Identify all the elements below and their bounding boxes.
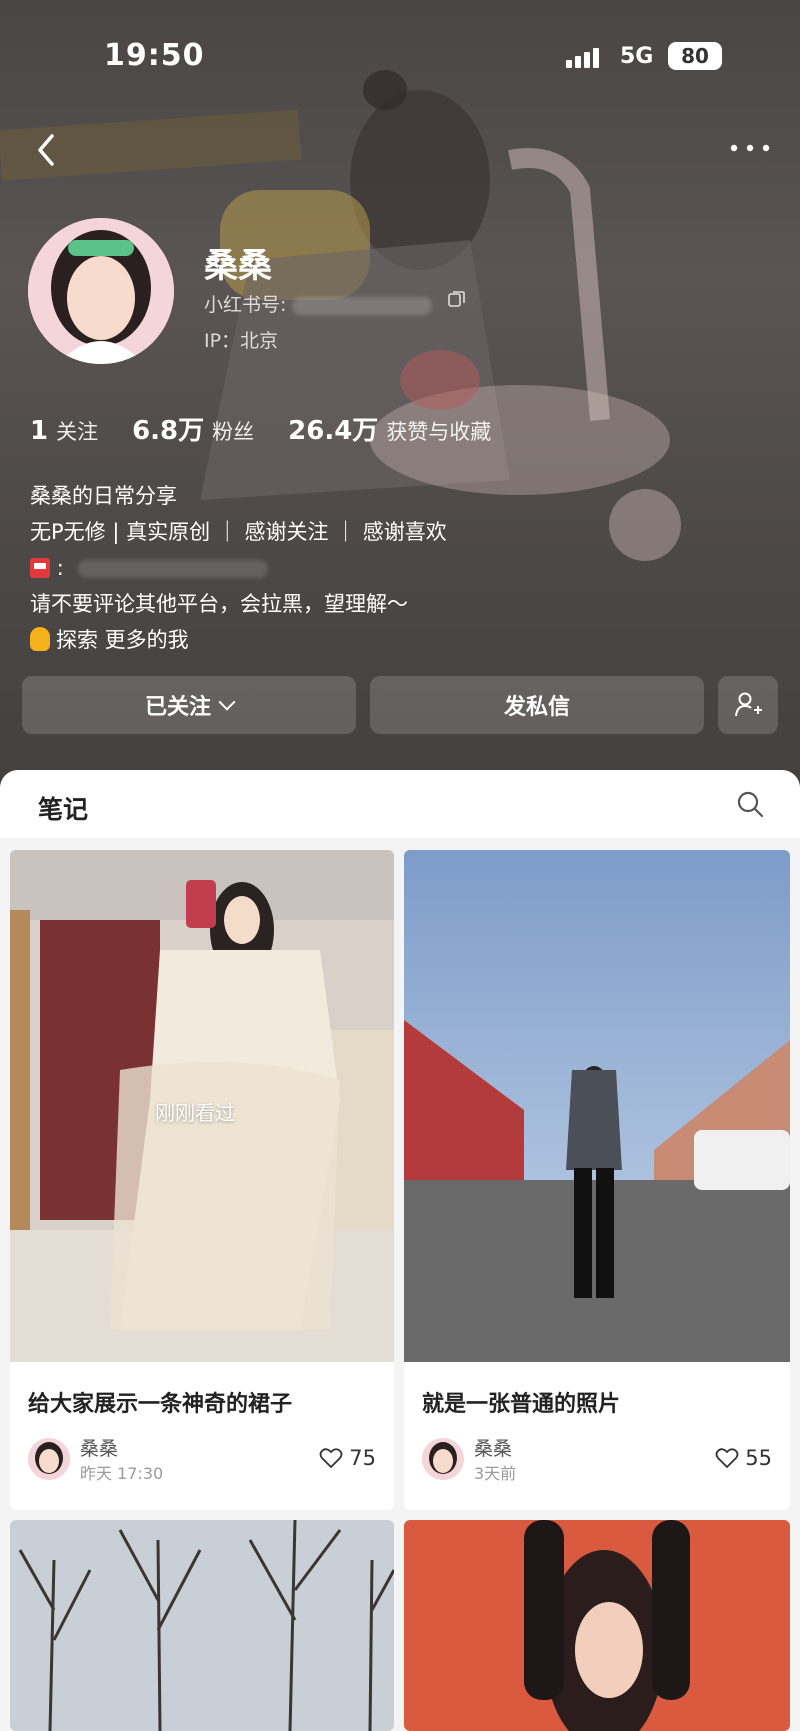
ip-location: IP：北京 [204, 330, 279, 352]
stat-label: 粉丝 [212, 420, 255, 444]
bio-line: 无P无修 | 真实原创 ｜ 感谢关注 ｜ 感谢喜欢 [30, 520, 447, 544]
add-friend-button[interactable] [718, 676, 778, 734]
avatar[interactable] [422, 1438, 464, 1480]
follow-button-label: 已关注 [144, 695, 211, 720]
profile-bio: 桑桑的日常分享 无P无修 | 真实原创 ｜ 感谢关注 ｜ 感谢喜欢 : 请不要评… [30, 478, 447, 658]
note-cover-image [404, 850, 790, 1362]
battery-icon: 80 [668, 42, 722, 70]
like-count: 55 [745, 1446, 772, 1470]
note-cover-image [10, 1520, 394, 1731]
mailbox-icon [30, 558, 50, 578]
contact-redacted [78, 560, 269, 578]
header-background-image [0, 70, 681, 561]
author-name[interactable]: 桑桑 [80, 1434, 118, 1461]
stat-number: 6.8万 [132, 416, 205, 446]
bio-line: 桑桑的日常分享 [30, 484, 177, 508]
chevron-down-icon [218, 693, 236, 711]
heart-icon [319, 1448, 343, 1469]
follow-button[interactable]: 已关注 [22, 676, 356, 734]
stat-likes[interactable]: 26.4万 获赞与收藏 [288, 410, 491, 447]
signal-icon [566, 46, 606, 68]
avatar[interactable] [28, 1438, 70, 1480]
author-name[interactable]: 桑桑 [474, 1434, 512, 1461]
red-id-label: 小红书号: [204, 294, 287, 316]
note-time: 3天前 [474, 1464, 517, 1483]
stat-label: 获赞与收藏 [386, 420, 492, 444]
note-title: 给大家展示一条神奇的裙子 [28, 1392, 293, 1417]
note-card[interactable] [404, 1520, 790, 1731]
add-friend-icon [735, 692, 762, 717]
heart-icon [715, 1448, 739, 1469]
avatar-image [422, 1438, 464, 1480]
network-label: 5G [620, 44, 654, 69]
note-card[interactable]: 就是一张普通的照片 桑桑 3天前 55 [404, 850, 790, 1510]
note-author: 桑桑 3天前 55 [422, 1434, 790, 1484]
bio-line-suffix: : [56, 556, 64, 580]
tab-notes[interactable]: 笔记 [38, 790, 88, 826]
status-time: 19:50 [104, 38, 205, 73]
like-button[interactable]: 75 [319, 1446, 376, 1470]
top-nav [0, 120, 800, 180]
avatar-image [28, 218, 174, 364]
bio-explore-text: 探索 更多的我 [56, 628, 189, 652]
status-bar: 19:50 5G 80 [0, 0, 800, 110]
message-button[interactable]: 发私信 [370, 676, 704, 734]
stat-followers[interactable]: 6.8万 粉丝 [132, 410, 254, 447]
more-dots-icon[interactable] [728, 138, 772, 158]
note-title: 就是一张普通的照片 [422, 1392, 621, 1417]
stat-number: 1 [30, 416, 49, 446]
stat-label: 关注 [56, 420, 99, 444]
profile-name: 桑桑 [204, 246, 272, 286]
stat-number: 26.4万 [288, 416, 379, 446]
pointing-down-icon [30, 627, 50, 651]
back-arrow-icon[interactable] [28, 130, 68, 170]
note-card[interactable]: 给大家展示一条神奇的裙子 桑桑 昨天 17:30 75 [10, 850, 394, 1510]
message-button-label: 发私信 [503, 695, 570, 720]
bio-line: 请不要评论其他平台，会拉黑，望理解～ [30, 592, 408, 616]
note-card[interactable] [10, 1520, 394, 1731]
avatar[interactable] [28, 218, 174, 364]
avatar-image [28, 1438, 70, 1480]
like-count: 75 [349, 1446, 376, 1470]
like-button[interactable]: 55 [715, 1446, 772, 1470]
notes-header: 笔记 [0, 770, 800, 838]
note-time: 昨天 17:30 [80, 1464, 164, 1483]
note-author: 桑桑 昨天 17:30 75 [28, 1434, 394, 1484]
stat-following[interactable]: 1 关注 [30, 416, 98, 446]
profile-stats: 1 关注 6.8万 粉丝 26.4万 获赞与收藏 [30, 410, 525, 447]
action-buttons: 已关注 发私信 [22, 676, 778, 734]
recently-viewed-label: 刚刚看过 [155, 1101, 235, 1125]
bio-line: : [30, 550, 447, 586]
red-id: 小红书号: [204, 290, 433, 317]
search-icon[interactable] [736, 790, 764, 818]
bio-line: 探索 更多的我 [30, 622, 447, 658]
red-id-value-redacted [292, 296, 433, 315]
profile-header: 19:50 5G 80 桑桑 小红书号: IP：北京 1 关注 6.8万 粉丝 … [0, 0, 800, 790]
note-cover-image [404, 1520, 790, 1731]
copy-icon[interactable] [448, 290, 466, 308]
